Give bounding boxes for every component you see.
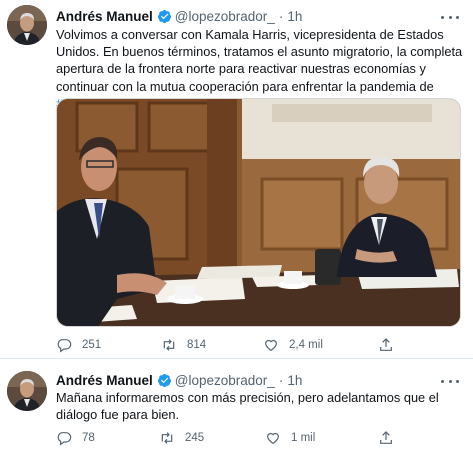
- tweet-text: Mañana informaremos con más precisión, p…: [56, 390, 439, 423]
- verified-badge-icon: [157, 373, 172, 388]
- like-button[interactable]: 2,4 mil: [263, 336, 323, 354]
- tweet[interactable]: Andrés Manuel @lopezobrador_ · 1h Mañana…: [0, 359, 473, 461]
- reply-button[interactable]: 251: [56, 336, 101, 354]
- like-count: 1 mil: [291, 432, 316, 444]
- retweet-icon: [163, 339, 175, 351]
- retweet-button[interactable]: 245: [159, 429, 204, 447]
- reply-count: 78: [82, 432, 95, 444]
- tweet-actions: 251 814 2,4 mil: [56, 336, 416, 354]
- reply-count: 251: [82, 339, 102, 351]
- retweet-count: 814: [187, 339, 207, 351]
- heart-icon: [265, 339, 277, 352]
- more-options-icon[interactable]: [441, 10, 459, 24]
- tweet-actions: 78 245 1 mil: [56, 429, 416, 447]
- tweet-header: Andrés Manuel @lopezobrador_ · 1h: [56, 370, 302, 390]
- retweet-button[interactable]: 814: [161, 336, 206, 354]
- tweet-text-body: Volvimos a conversar con Kamala Harris, …: [56, 27, 463, 94]
- share-button[interactable]: [378, 429, 404, 447]
- reply-icon: [57, 432, 72, 446]
- like-button[interactable]: 1 mil: [265, 429, 315, 447]
- tweet-photo[interactable]: [56, 98, 461, 327]
- tweet-header: Andrés Manuel @lopezobrador_ · 1h: [56, 6, 302, 26]
- share-icon: [380, 431, 392, 444]
- more-options-icon[interactable]: [441, 374, 459, 388]
- author-name[interactable]: Andrés Manuel: [56, 373, 153, 388]
- separator-dot: ·: [278, 8, 284, 24]
- tweet[interactable]: Andrés Manuel @lopezobrador_ · 1h Volvim…: [0, 0, 473, 358]
- author-name[interactable]: Andrés Manuel: [56, 9, 153, 24]
- retweet-count: 245: [185, 432, 205, 444]
- timestamp[interactable]: 1h: [287, 373, 302, 388]
- share-button[interactable]: [378, 336, 404, 354]
- author-handle[interactable]: @lopezobrador_: [175, 9, 275, 24]
- separator-dot: ·: [278, 372, 284, 388]
- heart-icon: [267, 432, 279, 445]
- share-icon: [380, 338, 392, 351]
- like-count: 2,4 mil: [289, 339, 323, 351]
- avatar[interactable]: [7, 5, 47, 45]
- timestamp[interactable]: 1h: [287, 9, 302, 24]
- avatar[interactable]: [7, 371, 47, 411]
- author-handle[interactable]: @lopezobrador_: [175, 373, 275, 388]
- verified-badge-icon: [157, 9, 172, 24]
- retweet-icon: [161, 432, 173, 444]
- reply-icon: [57, 339, 72, 353]
- reply-button[interactable]: 78: [56, 429, 95, 447]
